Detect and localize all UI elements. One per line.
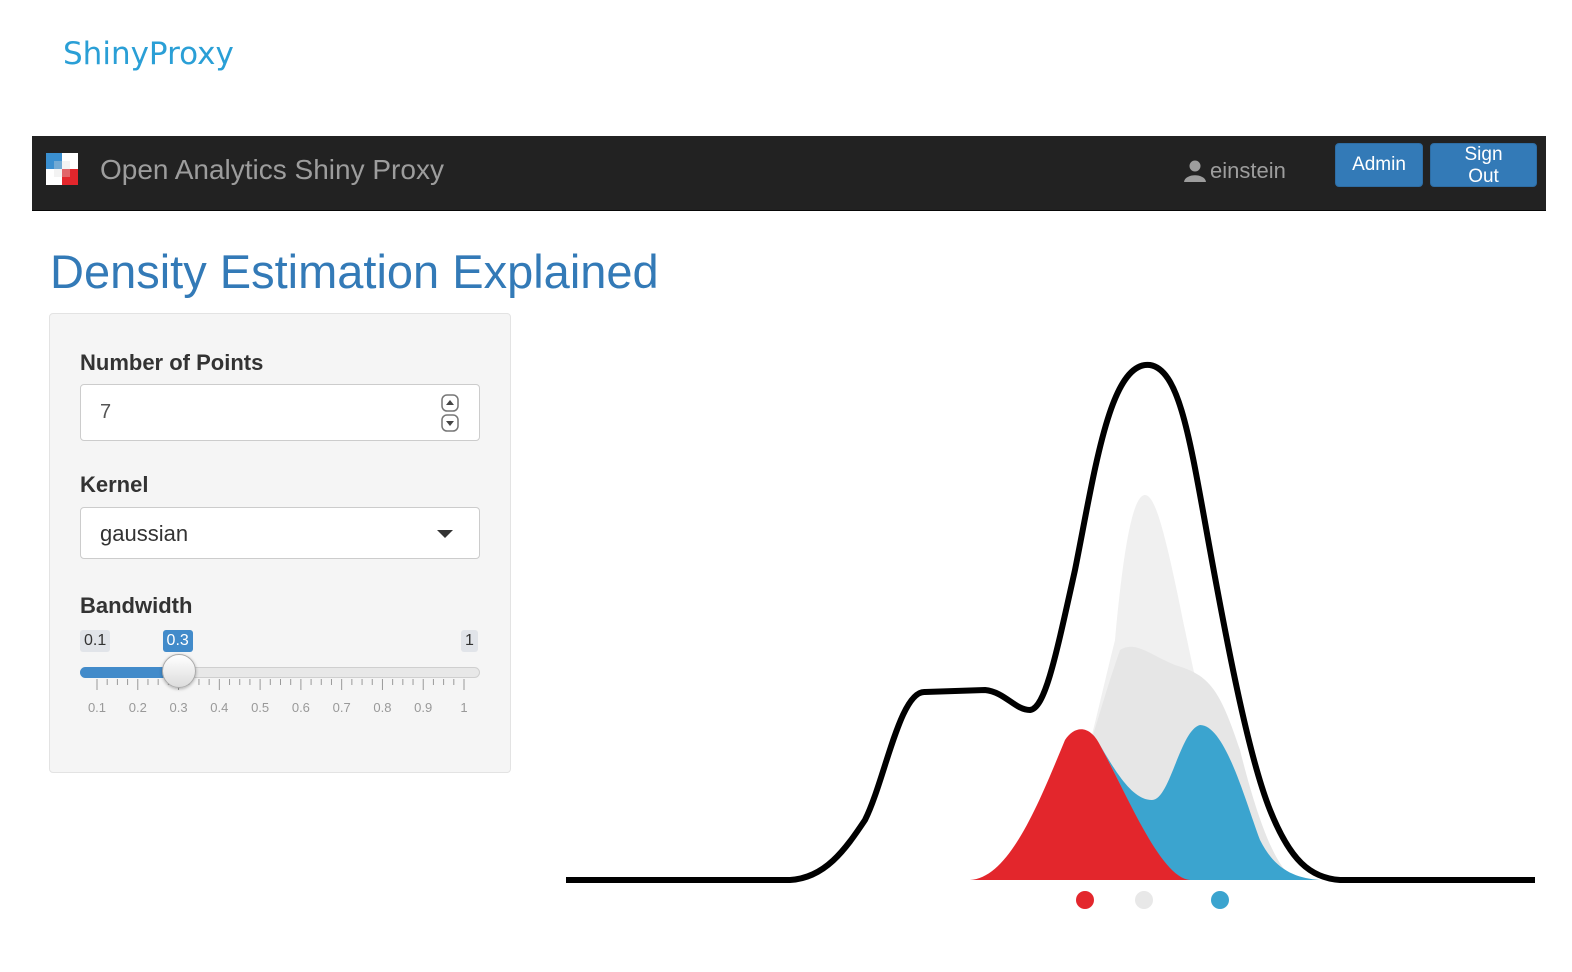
sidebar-panel: Number of Points 7 Kernel gaussian Bandw…: [49, 313, 511, 773]
slider-grid: 0.1 0.2 0.3 0.4 0.5 0.6 0.7 0.8 0.9 1: [88, 679, 468, 715]
slider-tick-label: 0.8: [373, 700, 391, 715]
slider-tick-label: 0.9: [414, 700, 432, 715]
brand-link[interactable]: ShinyProxy: [63, 36, 234, 72]
density-plot: [566, 361, 1535, 909]
slider-tick-label: 0.5: [251, 700, 269, 715]
slider-handle[interactable]: [161, 654, 196, 688]
slider-tick-label: 0.7: [333, 700, 351, 715]
slider-tick-label: 0.3: [170, 700, 188, 715]
sign-out-button[interactable]: Sign Out: [1430, 143, 1537, 187]
point-red[interactable]: [1076, 891, 1094, 909]
openanalytics-logo[interactable]: [46, 153, 78, 185]
point-grey[interactable]: [1135, 891, 1153, 909]
slider-tick-label: 0.4: [210, 700, 228, 715]
slider-tick-label: 1: [460, 700, 467, 715]
slider-tick-label: 0.2: [129, 700, 147, 715]
navbar: Open Analytics Shiny Proxy einstein Admi…: [32, 136, 1546, 211]
username: einstein: [1210, 158, 1286, 183]
user-menu: einstein: [1184, 158, 1286, 184]
slider-tick-label: 0.1: [88, 700, 106, 715]
point-blue[interactable]: [1211, 891, 1229, 909]
user-icon: [1184, 160, 1206, 182]
admin-button[interactable]: Admin: [1335, 143, 1423, 187]
page-title: Density Estimation Explained: [50, 245, 659, 298]
app-navbar-title[interactable]: Open Analytics Shiny Proxy: [100, 154, 444, 186]
slider-tick-label: 0.6: [292, 700, 310, 715]
